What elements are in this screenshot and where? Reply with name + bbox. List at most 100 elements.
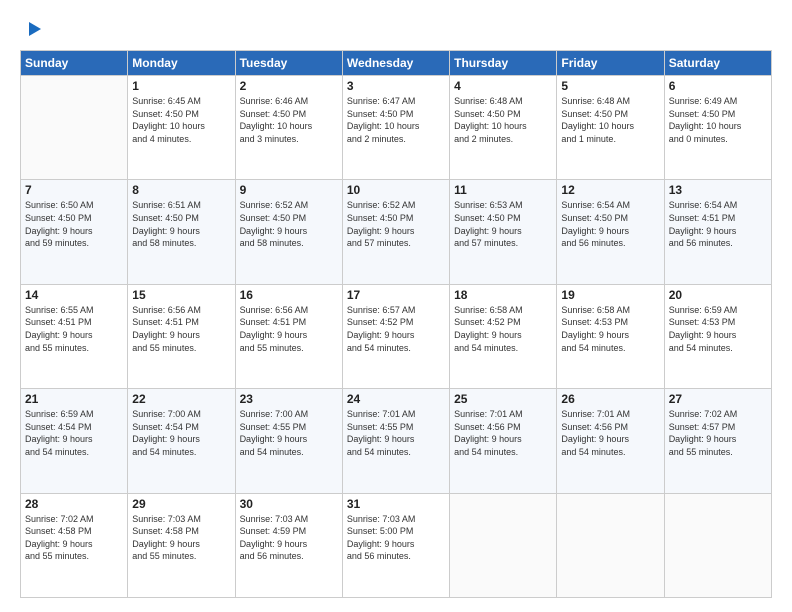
day-info: Sunrise: 6:58 AM Sunset: 4:52 PM Dayligh…: [454, 304, 552, 354]
weekday-header-sunday: Sunday: [21, 51, 128, 76]
day-number: 9: [240, 183, 338, 197]
logo-icon: [21, 18, 43, 40]
day-info: Sunrise: 6:54 AM Sunset: 4:50 PM Dayligh…: [561, 199, 659, 249]
day-info: Sunrise: 6:53 AM Sunset: 4:50 PM Dayligh…: [454, 199, 552, 249]
calendar-cell: 25Sunrise: 7:01 AM Sunset: 4:56 PM Dayli…: [450, 389, 557, 493]
day-info: Sunrise: 6:55 AM Sunset: 4:51 PM Dayligh…: [25, 304, 123, 354]
day-info: Sunrise: 7:00 AM Sunset: 4:55 PM Dayligh…: [240, 408, 338, 458]
weekday-header-monday: Monday: [128, 51, 235, 76]
day-number: 23: [240, 392, 338, 406]
day-info: Sunrise: 6:51 AM Sunset: 4:50 PM Dayligh…: [132, 199, 230, 249]
calendar-cell: 10Sunrise: 6:52 AM Sunset: 4:50 PM Dayli…: [342, 180, 449, 284]
calendar-cell: 30Sunrise: 7:03 AM Sunset: 4:59 PM Dayli…: [235, 493, 342, 597]
calendar-cell: 8 Sunrise: 6:51 AM Sunset: 4:50 PM Daylig…: [128, 180, 235, 284]
day-info: Sunrise: 6:52 AM Sunset: 4:50 PM Dayligh…: [240, 199, 338, 249]
day-number: 21: [25, 392, 123, 406]
calendar-cell: 20Sunrise: 6:59 AM Sunset: 4:53 PM Dayli…: [664, 284, 771, 388]
weekday-header-tuesday: Tuesday: [235, 51, 342, 76]
day-info: Sunrise: 6:57 AM Sunset: 4:52 PM Dayligh…: [347, 304, 445, 354]
weekday-header-saturday: Saturday: [664, 51, 771, 76]
day-number: 16: [240, 288, 338, 302]
calendar-week-row: 1Sunrise: 6:45 AM Sunset: 4:50 PM Daylig…: [21, 76, 772, 180]
day-number: 27: [669, 392, 767, 406]
calendar-week-row: 28 Sunrise: 7:02 AM Sunset: 4:58 PM Dayli…: [21, 493, 772, 597]
calendar-cell: 17 Sunrise: 6:57 AM Sunset: 4:52 PM Dayli…: [342, 284, 449, 388]
calendar-cell: 22Sunrise: 7:00 AM Sunset: 4:54 PM Dayli…: [128, 389, 235, 493]
calendar-cell: 9 Sunrise: 6:52 AM Sunset: 4:50 PM Daylig…: [235, 180, 342, 284]
day-number: 6: [669, 79, 767, 93]
day-info: Sunrise: 7:02 AM Sunset: 4:58 PM Dayligh…: [25, 513, 123, 563]
calendar-cell: 18 Sunrise: 6:58 AM Sunset: 4:52 PM Dayli…: [450, 284, 557, 388]
day-number: 7: [25, 183, 123, 197]
day-number: 17: [347, 288, 445, 302]
day-info: Sunrise: 6:45 AM Sunset: 4:50 PM Dayligh…: [132, 95, 230, 145]
calendar-cell: 1Sunrise: 6:45 AM Sunset: 4:50 PM Daylig…: [128, 76, 235, 180]
day-info: Sunrise: 6:48 AM Sunset: 4:50 PM Dayligh…: [454, 95, 552, 145]
day-info: Sunrise: 6:59 AM Sunset: 4:54 PM Dayligh…: [25, 408, 123, 458]
weekday-header-thursday: Thursday: [450, 51, 557, 76]
day-info: Sunrise: 6:56 AM Sunset: 4:51 PM Dayligh…: [240, 304, 338, 354]
day-number: 12: [561, 183, 659, 197]
day-number: 30: [240, 497, 338, 511]
calendar-table: SundayMondayTuesdayWednesdayThursdayFrid…: [20, 50, 772, 598]
calendar-week-row: 14 Sunrise: 6:55 AM Sunset: 4:51 PM Dayli…: [21, 284, 772, 388]
calendar-cell: 23 Sunrise: 7:00 AM Sunset: 4:55 PM Dayli…: [235, 389, 342, 493]
logo: [20, 18, 44, 40]
calendar-cell: [450, 493, 557, 597]
day-number: 2: [240, 79, 338, 93]
calendar-week-row: 21 Sunrise: 6:59 AM Sunset: 4:54 PM Dayli…: [21, 389, 772, 493]
weekday-header-friday: Friday: [557, 51, 664, 76]
day-number: 10: [347, 183, 445, 197]
day-number: 28: [25, 497, 123, 511]
calendar-cell: [21, 76, 128, 180]
day-info: Sunrise: 7:03 AM Sunset: 5:00 PM Dayligh…: [347, 513, 445, 563]
day-number: 19: [561, 288, 659, 302]
calendar-cell: [557, 493, 664, 597]
calendar-cell: 3 Sunrise: 6:47 AM Sunset: 4:50 PM Daylig…: [342, 76, 449, 180]
calendar-cell: 2 Sunrise: 6:46 AM Sunset: 4:50 PM Daylig…: [235, 76, 342, 180]
day-number: 18: [454, 288, 552, 302]
day-info: Sunrise: 6:58 AM Sunset: 4:53 PM Dayligh…: [561, 304, 659, 354]
day-number: 15: [132, 288, 230, 302]
day-info: Sunrise: 7:01 AM Sunset: 4:55 PM Dayligh…: [347, 408, 445, 458]
day-info: Sunrise: 6:56 AM Sunset: 4:51 PM Dayligh…: [132, 304, 230, 354]
calendar-cell: 31Sunrise: 7:03 AM Sunset: 5:00 PM Dayli…: [342, 493, 449, 597]
day-number: 14: [25, 288, 123, 302]
day-number: 26: [561, 392, 659, 406]
calendar-cell: 11 Sunrise: 6:53 AM Sunset: 4:50 PM Dayli…: [450, 180, 557, 284]
day-number: 11: [454, 183, 552, 197]
day-info: Sunrise: 6:47 AM Sunset: 4:50 PM Dayligh…: [347, 95, 445, 145]
day-info: Sunrise: 6:46 AM Sunset: 4:50 PM Dayligh…: [240, 95, 338, 145]
calendar-cell: 29Sunrise: 7:03 AM Sunset: 4:58 PM Dayli…: [128, 493, 235, 597]
day-number: 4: [454, 79, 552, 93]
day-info: Sunrise: 7:02 AM Sunset: 4:57 PM Dayligh…: [669, 408, 767, 458]
calendar-week-row: 7Sunrise: 6:50 AM Sunset: 4:50 PM Daylig…: [21, 180, 772, 284]
day-info: Sunrise: 6:59 AM Sunset: 4:53 PM Dayligh…: [669, 304, 767, 354]
day-number: 5: [561, 79, 659, 93]
day-info: Sunrise: 6:48 AM Sunset: 4:50 PM Dayligh…: [561, 95, 659, 145]
day-number: 25: [454, 392, 552, 406]
weekday-header-row: SundayMondayTuesdayWednesdayThursdayFrid…: [21, 51, 772, 76]
calendar-cell: 16 Sunrise: 6:56 AM Sunset: 4:51 PM Dayli…: [235, 284, 342, 388]
day-number: 3: [347, 79, 445, 93]
day-number: 24: [347, 392, 445, 406]
calendar-cell: 26 Sunrise: 7:01 AM Sunset: 4:56 PM Dayli…: [557, 389, 664, 493]
calendar-cell: 21 Sunrise: 6:59 AM Sunset: 4:54 PM Dayli…: [21, 389, 128, 493]
day-info: Sunrise: 7:01 AM Sunset: 4:56 PM Dayligh…: [561, 408, 659, 458]
day-number: 22: [132, 392, 230, 406]
calendar-cell: 7Sunrise: 6:50 AM Sunset: 4:50 PM Daylig…: [21, 180, 128, 284]
weekday-header-wednesday: Wednesday: [342, 51, 449, 76]
day-info: Sunrise: 6:49 AM Sunset: 4:50 PM Dayligh…: [669, 95, 767, 145]
calendar-cell: 19 Sunrise: 6:58 AM Sunset: 4:53 PM Dayli…: [557, 284, 664, 388]
calendar-cell: 28 Sunrise: 7:02 AM Sunset: 4:58 PM Dayli…: [21, 493, 128, 597]
calendar-cell: 14 Sunrise: 6:55 AM Sunset: 4:51 PM Dayli…: [21, 284, 128, 388]
day-info: Sunrise: 6:54 AM Sunset: 4:51 PM Dayligh…: [669, 199, 767, 249]
calendar-cell: 6 Sunrise: 6:49 AM Sunset: 4:50 PM Daylig…: [664, 76, 771, 180]
calendar-cell: 4 Sunrise: 6:48 AM Sunset: 4:50 PM Daylig…: [450, 76, 557, 180]
calendar-cell: 5 Sunrise: 6:48 AM Sunset: 4:50 PM Daylig…: [557, 76, 664, 180]
calendar-cell: 15 Sunrise: 6:56 AM Sunset: 4:51 PM Dayli…: [128, 284, 235, 388]
day-number: 8: [132, 183, 230, 197]
day-number: 29: [132, 497, 230, 511]
day-number: 13: [669, 183, 767, 197]
page: SundayMondayTuesdayWednesdayThursdayFrid…: [0, 0, 792, 612]
